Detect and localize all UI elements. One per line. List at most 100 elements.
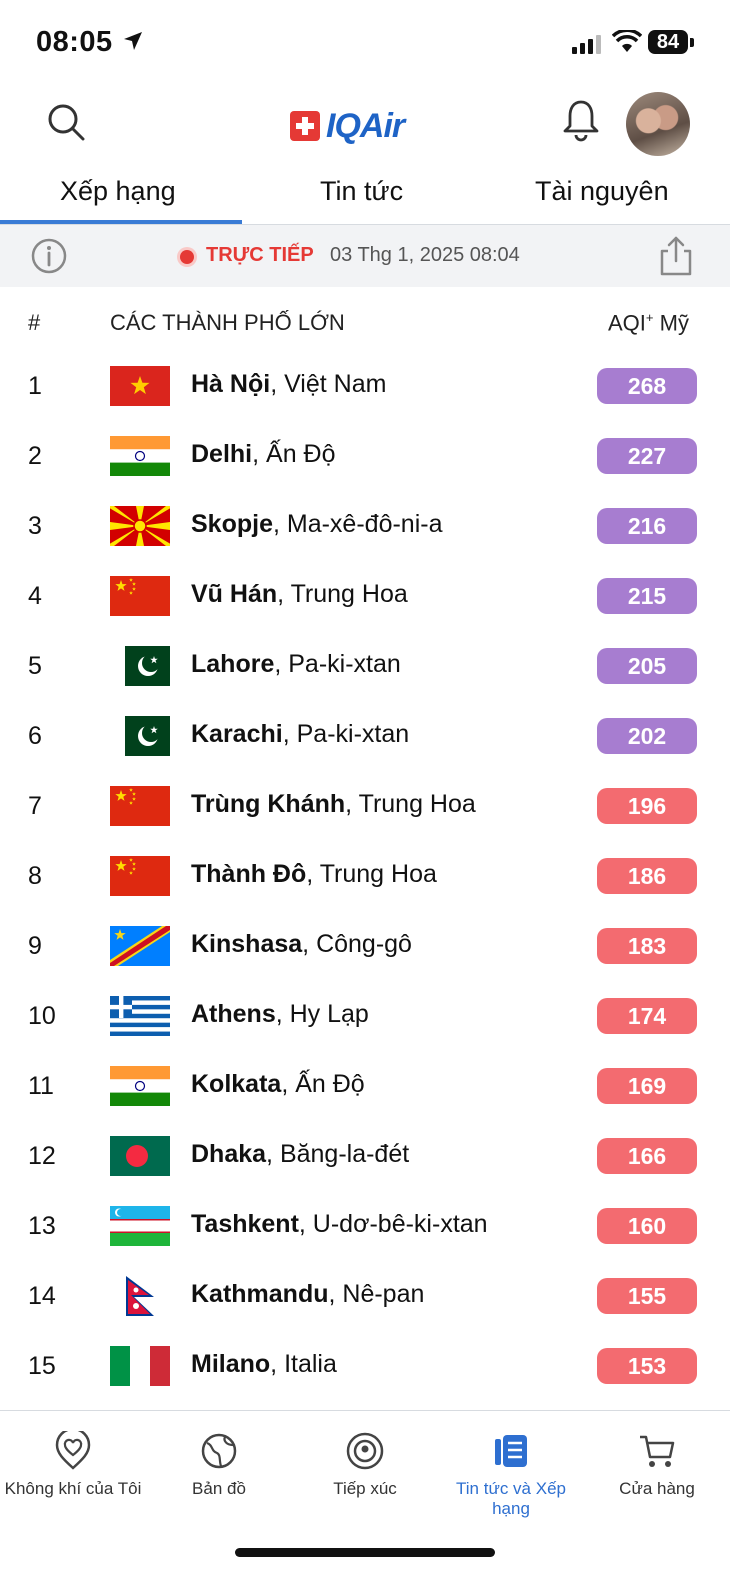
nav-store-label: Cửa hàng [619,1479,695,1498]
ranking-row[interactable]: 12 Dhaka, Băng-la-đét 166 [0,1122,730,1192]
tab-resources[interactable]: Tài nguyên [535,176,669,207]
rank-number: 15 [28,1352,56,1380]
country-label: , Hy Lạp [275,1000,369,1028]
ranking-row[interactable]: 13 Tashkent, U-dơ-bê-ki-xtan 160 [0,1192,730,1262]
wifi-icon [611,28,643,59]
city-label: Skopje [191,510,273,538]
city-name: Thành Đô, Trung Hoa [191,860,437,889]
app-header: IQAir [0,80,730,170]
nav-my-air-label: Không khí của Tôi [4,1479,142,1498]
vietnam-flag-icon [110,366,170,406]
cellular-signal-icon [572,34,604,59]
status-time: 08:05 [36,26,113,58]
rank-number: 13 [28,1212,56,1240]
aqi-badge: 215 [597,578,697,614]
aqi-badge: 186 [597,858,697,894]
city-label: Milano [191,1350,271,1378]
battery-tip [690,38,694,47]
city-name: Athens, Hy Lạp [191,1000,369,1029]
info-icon[interactable] [30,237,68,280]
logo-text: IQAir [326,106,405,145]
dr-congo-flag-icon [110,926,170,966]
city-label: Karachi [191,720,283,748]
city-label: Kathmandu [191,1280,329,1308]
tab-news[interactable]: Tin tức [320,176,403,207]
country-label: , Trung Hoa [306,860,437,888]
column-header-city: CÁC THÀNH PHỐ LỚN [110,310,345,335]
city-label: Kinshasa [191,930,303,958]
aqi-badge: 196 [597,788,697,824]
ranking-row[interactable]: 5 Lahore, Pa-ki-xtan 205 [0,632,730,702]
ranking-row[interactable]: 15 Milano, Italia 153 [0,1332,730,1402]
city-label: Tashkent [191,1210,299,1238]
city-name: Trùng Khánh, Trung Hoa [191,790,476,819]
nav-news-rankings[interactable]: Tin tức và Xếp hạng [438,1431,584,1519]
pakistan-flag-icon [110,716,170,756]
pakistan-flag-icon [110,646,170,686]
ranking-row[interactable]: 11 Kolkata, Ấn Độ 169 [0,1052,730,1122]
battery-indicator: 84 [648,30,688,54]
rank-number: 10 [28,1002,56,1030]
nav-exposure-label: Tiếp xúc [333,1479,397,1498]
aqi-badge: 166 [597,1138,697,1174]
aqi-suffix: Mỹ [653,310,689,336]
nav-map[interactable]: Bản đồ [146,1431,292,1499]
aqi-badge: 153 [597,1348,697,1384]
city-name: Hà Nội, Việt Nam [191,370,386,399]
ranking-row[interactable]: 2 Delhi, Ấn Độ 227 [0,422,730,492]
avatar[interactable] [626,92,690,156]
ranking-row[interactable]: 3 Skopje, Ma-xê-đô-ni-a 216 [0,492,730,562]
bell-icon[interactable] [562,98,600,147]
city-name: Delhi, Ấn Độ [191,440,336,469]
city-label: Thành Đô [191,860,307,888]
city-name: Lahore, Pa-ki-xtan [191,650,401,679]
ranking-row[interactable]: 7 Trùng Khánh, Trung Hoa 196 [0,772,730,842]
ranking-row[interactable]: 9 Kinshasa, Công-gô 183 [0,912,730,982]
nepal-flag-icon [110,1276,170,1316]
nav-my-air[interactable]: Không khí của Tôi [0,1431,146,1499]
ranking-row[interactable]: 4 Vũ Hán, Trung Hoa 215 [0,562,730,632]
nav-exposure[interactable]: Tiếp xúc [292,1431,438,1499]
search-icon[interactable] [46,102,86,147]
ranking-row[interactable]: 14 Kathmandu, Nê-pan 155 [0,1262,730,1332]
tab-rankings[interactable]: Xếp hạng [60,176,176,207]
city-label: Lahore [191,650,275,678]
aqi-badge: 268 [597,368,697,404]
china-flag-icon [110,576,170,616]
ranking-row[interactable]: 10 Athens, Hy Lạp 174 [0,982,730,1052]
nav-store[interactable]: Cửa hàng [584,1431,730,1499]
country-label: , Băng-la-đét [266,1140,410,1168]
ranking-row[interactable]: 6 Karachi, Pa-ki-xtan 202 [0,702,730,772]
italy-flag-icon [110,1346,170,1386]
live-datetime: 03 Thg 1, 2025 08:04 [330,244,520,266]
city-label: Trùng Khánh [191,790,346,818]
home-indicator [235,1548,495,1557]
iqair-logo: IQAir [290,106,405,146]
aqi-badge: 169 [597,1068,697,1104]
city-name: Karachi, Pa-ki-xtan [191,720,409,749]
swiss-cross-icon [290,111,320,141]
share-icon[interactable] [658,235,694,282]
live-status-bar: TRỰC TIẾP 03 Thg 1, 2025 08:04 [0,225,730,287]
location-arrow-icon [122,30,144,57]
column-header-aqi[interactable]: AQI+ Mỹ [608,310,689,336]
ranking-row[interactable]: 1 Hà Nội, Việt Nam 268 [0,352,730,422]
india-flag-icon [110,1066,170,1106]
rank-number: 11 [28,1072,54,1100]
country-label: , U-dơ-bê-ki-xtan [298,1210,488,1238]
china-flag-icon [110,856,170,896]
north-macedonia-flag-icon [110,506,170,546]
active-tab-indicator [0,220,242,224]
india-flag-icon [110,436,170,476]
rank-number: 12 [28,1142,56,1170]
top-tabs: Xếp hạng Tin tức Tài nguyên [0,170,730,225]
aqi-badge: 183 [597,928,697,964]
bangladesh-flag-icon [110,1136,170,1176]
status-bar: 08:05 84 [0,0,730,80]
city-name: Kathmandu, Nê-pan [191,1280,424,1309]
rank-number: 2 [28,442,42,470]
city-label: Dhaka [191,1140,267,1168]
aqi-badge: 202 [597,718,697,754]
country-label: , Italia [270,1350,337,1378]
ranking-row[interactable]: 8 Thành Đô, Trung Hoa 186 [0,842,730,912]
